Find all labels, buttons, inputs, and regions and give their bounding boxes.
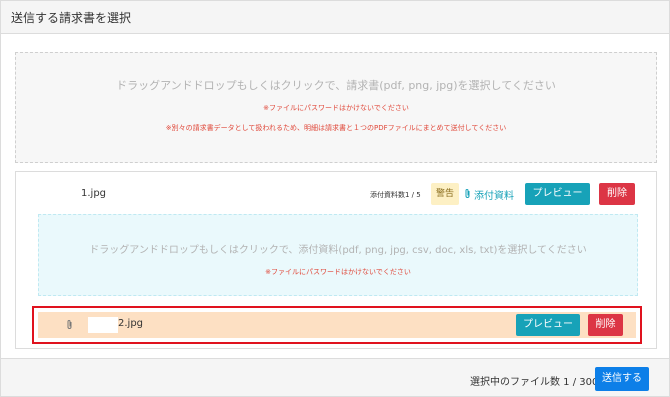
selected-file-count: 選択中のファイル数 1 / 300 [470, 377, 599, 388]
attachment-dropzone-text: ドラッグアンドドロップもしくはクリックで、添付資料(pdf, png, jpg,… [89, 245, 587, 256]
invoice-dropzone-text: ドラッグアンドドロップもしくはクリックで、請求書(pdf, png, jpg)を… [116, 79, 556, 92]
attachment-preview-button[interactable]: プレビュー [516, 314, 580, 336]
attachment-file-name: 2.jpg [118, 318, 144, 329]
invoice-file-panel: 1.jpg 添付資料数1 / 5 警告 添付資料 プレビュー 削除 ドラッグアン… [15, 171, 657, 349]
card-header: 送信する請求書を選択 [1, 1, 669, 34]
invoice-delete-button[interactable]: 削除 [599, 183, 635, 205]
warning-badge[interactable]: 警告 [431, 183, 459, 205]
send-button[interactable]: 送信する [595, 367, 649, 391]
page-title: 送信する請求書を選択 [11, 11, 132, 25]
invoice-file-name: 1.jpg [81, 188, 107, 199]
attachments-link[interactable]: 添付資料 [464, 187, 514, 202]
invoice-upload-card: 送信する請求書を選択 ドラッグアンドドロップもしくはクリックで、請求書(pdf,… [0, 0, 670, 397]
attachment-dropzone[interactable]: ドラッグアンドドロップもしくはクリックで、添付資料(pdf, png, jpg,… [38, 214, 638, 296]
password-note: ※ファイルにパスワードはかけないでください [263, 104, 409, 112]
invoice-preview-button[interactable]: プレビュー [525, 183, 590, 205]
paperclip-icon [66, 319, 73, 333]
attachments-link-label: 添付資料 [474, 191, 514, 202]
attachment-row: 2.jpg プレビュー 削除 [32, 306, 642, 344]
attachment-delete-button[interactable]: 削除 [588, 314, 623, 336]
card-footer: 選択中のファイル数 1 / 300 送信する [1, 358, 669, 396]
attachment-count: 添付資料数1 / 5 [370, 191, 421, 199]
invoice-dropzone[interactable]: ドラッグアンドドロップもしくはクリックで、請求書(pdf, png, jpg)を… [15, 52, 657, 163]
masked-filename-prefix [88, 317, 118, 333]
merge-note: ※別々の請求書データとして扱われるため、明細は請求書と１つのPDFファイルにまと… [165, 124, 507, 132]
paperclip-icon [464, 188, 471, 202]
attachment-password-note: ※ファイルにパスワードはかけないでください [265, 268, 411, 276]
list-item: 2.jpg プレビュー 削除 [38, 312, 636, 338]
